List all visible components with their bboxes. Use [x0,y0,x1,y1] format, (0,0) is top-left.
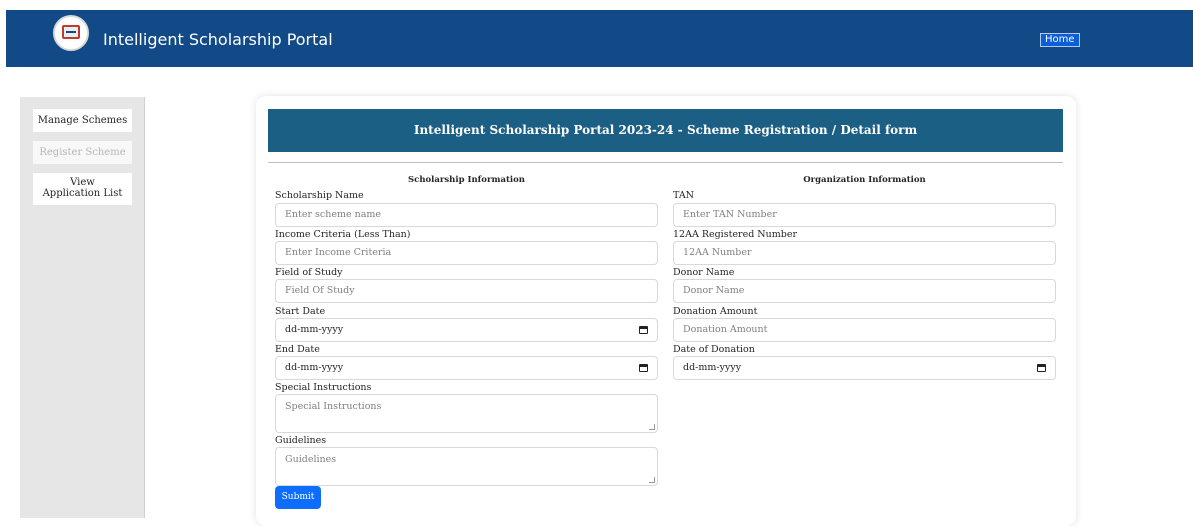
12aa-number-input[interactable]: 12AA Number [673,241,1056,265]
end-date-value: dd-mm-yyyy [285,362,344,373]
tan-input[interactable]: Enter TAN Number [673,203,1056,227]
donation-date-input[interactable]: dd-mm-yyyy [673,356,1056,380]
scholarship-name-label: Scholarship Name [275,190,364,201]
home-button[interactable]: Home [1040,33,1080,47]
start-date-input[interactable]: dd-mm-yyyy [275,318,658,342]
calendar-icon[interactable] [639,364,648,372]
special-instructions-label: Special Instructions [275,382,372,393]
submit-button[interactable]: Submit [275,486,321,509]
start-date-label: Start Date [275,306,326,317]
donor-name-label: Donor Name [673,267,735,278]
12aa-number-label: 12AA Registered Number [673,229,797,240]
guidelines-label: Guidelines [275,435,327,446]
donor-name-input[interactable]: Donor Name [673,279,1056,303]
calendar-icon[interactable] [1037,364,1046,372]
donation-amount-label: Donation Amount [673,306,758,317]
start-date-value: dd-mm-yyyy [285,324,344,335]
donation-date-value: dd-mm-yyyy [683,362,742,373]
sidebar-item-view-application-list[interactable]: View Application List [33,173,132,205]
guidelines-placeholder: Guidelines [285,454,337,465]
scholarship-section-title: Scholarship Information [408,175,525,185]
organization-section-title: Organization Information [803,175,926,185]
field-of-study-label: Field of Study [275,267,343,278]
end-date-input[interactable]: dd-mm-yyyy [275,356,658,380]
resize-handle-icon[interactable] [649,477,655,483]
special-instructions-textarea[interactable]: Special Instructions [275,394,658,433]
field-of-study-input[interactable]: Field Of Study [275,279,658,303]
resize-handle-icon[interactable] [649,424,655,430]
scholarship-name-input[interactable]: Enter scheme name [275,203,658,227]
end-date-label: End Date [275,344,320,355]
tan-label: TAN [673,190,694,201]
calendar-icon[interactable] [639,326,648,334]
donation-amount-input[interactable]: Donation Amount [673,318,1056,342]
income-criteria-label: Income Criteria (Less Than) [275,229,411,240]
donation-date-label: Date of Donation [673,344,755,355]
sidebar: Manage Schemes Register Scheme View Appl… [20,97,145,518]
portal-logo-icon [53,15,89,51]
guidelines-textarea[interactable]: Guidelines [275,447,658,486]
income-criteria-input[interactable]: Enter Income Criteria [275,241,658,265]
sidebar-item-manage-schemes[interactable]: Manage Schemes [33,109,132,132]
divider [268,162,1063,163]
brand-title: Intelligent Scholarship Portal [103,30,333,49]
special-instructions-placeholder: Special Instructions [285,401,382,412]
form-title: Intelligent Scholarship Portal 2023-24 -… [268,109,1063,152]
sidebar-item-register-scheme[interactable]: Register Scheme [33,141,132,164]
